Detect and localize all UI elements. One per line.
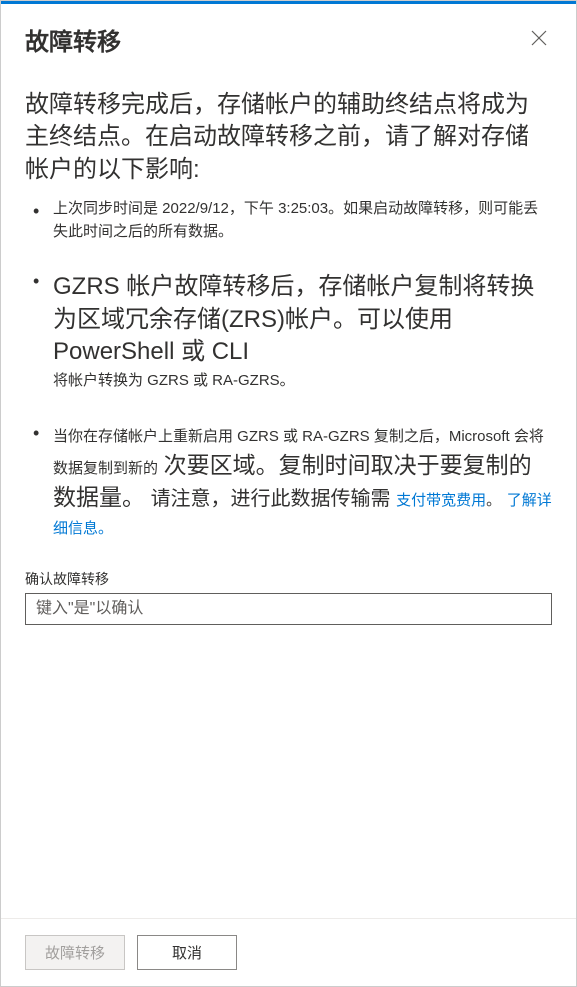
panel-title: 故障转移 bbox=[25, 22, 121, 57]
list-item-text: 请注意，进行此数据传输需 bbox=[151, 488, 391, 510]
cancel-button[interactable]: 取消 bbox=[137, 935, 237, 970]
panel-header: 故障转移 bbox=[1, 1, 576, 65]
confirm-input[interactable] bbox=[25, 593, 552, 625]
confirm-label: 确认故障转移 bbox=[25, 569, 552, 589]
failover-button[interactable]: 故障转移 bbox=[25, 935, 125, 970]
list-item: 上次同步时间是 2022/9/12，下午 3:25:03。如果启动故障转移，则可… bbox=[25, 198, 552, 243]
panel-content: 故障转移完成后，存储帐户的辅助终结点将成为主终结点。在启动故障转移之前，请了解对… bbox=[1, 65, 576, 918]
list-item: GZRS 帐户故障转移后，存储帐户复制将转换为区域冗余存储(ZRS)帐户。可以使… bbox=[25, 271, 552, 393]
list-item-subtext: 将帐户转换为 GZRS 或 RA-GZRS。 bbox=[53, 370, 552, 393]
intro-paragraph: 故障转移完成后，存储帐户的辅助终结点将成为主终结点。在启动故障转移之前，请了解对… bbox=[25, 89, 552, 186]
close-icon bbox=[530, 29, 548, 47]
impact-list: 上次同步时间是 2022/9/12，下午 3:25:03。如果启动故障转移，则可… bbox=[25, 198, 552, 541]
list-item: 当你在存储帐户上重新启用 GZRS 或 RA-GZRS 复制之后，Microso… bbox=[25, 421, 552, 541]
bandwidth-cost-link[interactable]: 支付带宽费用 bbox=[396, 492, 486, 509]
list-item-text: 上次同步时间是 2022/9/12，下午 3:25:03。如果启动故障转移，则可… bbox=[53, 200, 538, 240]
list-item-text: 。 bbox=[486, 492, 501, 509]
close-button[interactable] bbox=[526, 25, 552, 55]
panel-footer: 故障转移 取消 bbox=[1, 918, 576, 986]
list-item-text: GZRS 帐户故障转移后，存储帐户复制将转换为区域冗余存储(ZRS)帐户。可以使… bbox=[53, 271, 552, 368]
